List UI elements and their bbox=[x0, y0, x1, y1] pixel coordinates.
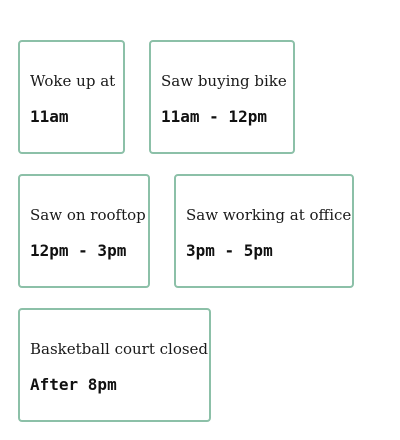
event-label: Saw on rooftop bbox=[30, 206, 146, 224]
event-time: 3pm - 5pm bbox=[186, 241, 273, 260]
event-time: 12pm - 3pm bbox=[30, 241, 127, 260]
event-label: Basketball court closed bbox=[30, 340, 209, 358]
event-card-buying-bike: Saw buying bike 11am - 12pm bbox=[149, 40, 295, 154]
event-card-rooftop: Saw on rooftop 12pm - 3pm bbox=[18, 174, 150, 288]
event-time: 11am - 12pm bbox=[161, 107, 267, 126]
event-card-basketball-court: Basketball court closed After 8pm bbox=[18, 308, 211, 422]
event-label: Woke up at bbox=[30, 72, 116, 90]
event-time: After 8pm bbox=[30, 375, 117, 394]
event-label: Saw working at office bbox=[186, 206, 352, 224]
event-time: 11am bbox=[30, 107, 69, 126]
event-label: Saw buying bike bbox=[161, 72, 287, 90]
event-card-woke-up: Woke up at 11am bbox=[18, 40, 125, 154]
event-card-office: Saw working at office 3pm - 5pm bbox=[174, 174, 354, 288]
